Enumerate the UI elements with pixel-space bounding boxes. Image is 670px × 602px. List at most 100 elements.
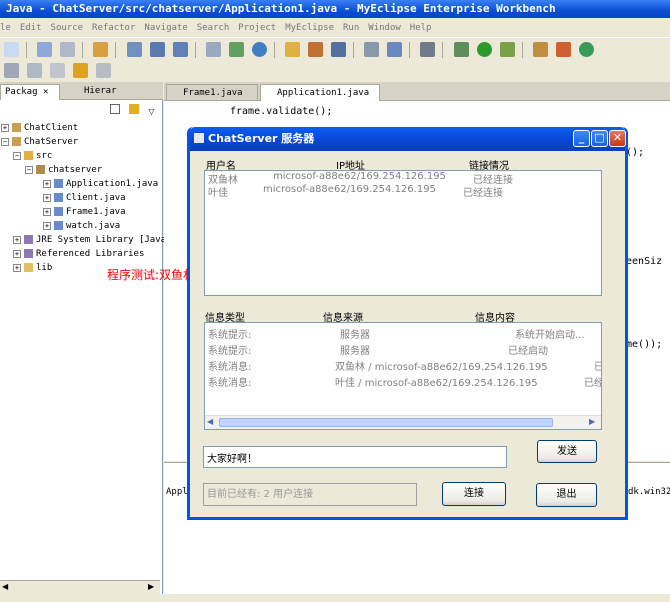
minimize-icon[interactable]: _ (573, 130, 590, 147)
connect-icon[interactable] (172, 42, 188, 57)
tree-item-file[interactable]: + Application1.java (1, 177, 166, 191)
browser-icon[interactable] (251, 42, 267, 57)
menu-edit[interactable]: Edit (20, 23, 42, 33)
code-line: frame.validate(); (230, 106, 333, 117)
tree-item-referenced-libraries[interactable]: + Referenced Libraries (1, 247, 166, 261)
message-list[interactable]: 系统提示: 服务器 系统开始启动... 系统提示: 服务器 已经启动 系统消息:… (204, 322, 602, 430)
back-icon[interactable] (73, 63, 88, 78)
java-file-icon (54, 207, 63, 216)
new-package-icon[interactable] (555, 42, 571, 57)
tree-item-file[interactable]: + Frame1.java (1, 205, 166, 219)
expand-icon[interactable]: + (13, 249, 21, 258)
forward-icon[interactable] (96, 63, 111, 78)
tab-package-explorer[interactable]: Packag ✕ (0, 84, 60, 100)
save-icon[interactable] (37, 42, 53, 57)
msg-type: 系统消息: (208, 378, 252, 389)
link-editor-icon[interactable] (129, 104, 140, 114)
last-edit-icon[interactable] (50, 63, 65, 78)
msg-source: 服务器 (340, 346, 370, 357)
menu-bar: le Edit Source Refactor Navigate Search Projec… (0, 18, 670, 38)
prev-annotation-icon[interactable] (27, 63, 42, 78)
run-server-icon[interactable] (228, 42, 244, 57)
scroll-right-icon[interactable]: ▶ (148, 582, 154, 591)
tab-hierarchy[interactable]: Hierar (80, 84, 140, 100)
user-status: 已经连接 (463, 188, 503, 199)
menu-run[interactable]: Run (343, 23, 359, 33)
collapse-icon[interactable]: − (1, 137, 9, 146)
debug-icon[interactable] (453, 42, 469, 57)
next-annotation-icon[interactable] (4, 63, 19, 78)
run-icon[interactable] (476, 42, 492, 57)
expand-icon[interactable]: + (43, 207, 51, 216)
collapse-icon[interactable]: − (25, 165, 33, 174)
camera-icon[interactable] (420, 42, 436, 57)
open-folder-icon[interactable] (284, 42, 300, 57)
menu-window[interactable]: Window (368, 23, 401, 33)
scroll-thumb[interactable] (219, 418, 553, 427)
scroll-right-icon[interactable]: ▶ (589, 417, 595, 426)
tree-item-package[interactable]: − chatserver (1, 163, 166, 177)
project-icon (12, 137, 21, 146)
menu-project[interactable]: Project (238, 23, 276, 33)
menu-navigate[interactable]: Navigate (144, 23, 187, 33)
tab-frame1[interactable]: Frame1.java (166, 84, 258, 101)
expand-icon[interactable]: + (1, 123, 9, 132)
connect-button[interactable]: 连接 (442, 482, 506, 506)
maximize-icon[interactable]: □ (591, 130, 608, 147)
secondary-toolbar (0, 60, 670, 82)
menu-search[interactable]: Search (197, 23, 230, 33)
deploy-icon[interactable] (149, 42, 165, 57)
msg-content: 已经启动 (508, 346, 548, 357)
console-icon[interactable] (330, 42, 346, 57)
server-icon[interactable] (126, 42, 142, 57)
scroll-left-icon[interactable]: ◀ (2, 582, 8, 591)
collapse-all-icon[interactable] (110, 104, 120, 114)
horizontal-scrollbar[interactable]: ◀ ▶ (0, 580, 160, 594)
close-icon[interactable]: ✕ (43, 87, 48, 97)
package-icon[interactable] (307, 42, 323, 57)
expand-icon[interactable]: + (43, 193, 51, 202)
exit-button[interactable]: 退出 (536, 483, 597, 507)
save-all-icon[interactable] (60, 42, 76, 57)
open-type-icon[interactable] (578, 42, 594, 57)
folder-icon (24, 263, 33, 272)
scroll-left-icon[interactable]: ◀ (207, 417, 213, 426)
close-icon[interactable]: ✕ (609, 130, 626, 147)
expand-icon[interactable]: + (43, 221, 51, 230)
msg-type: 系统提示: (208, 346, 252, 357)
left-tab-bar: Packag ✕ Hierar (0, 82, 163, 100)
tree-item-file[interactable]: + Client.java (1, 191, 166, 205)
msg-source: 叶佳 / microsof-a88e62/169.254.126.195 (335, 378, 538, 389)
menu-refactor[interactable]: Refactor (92, 23, 135, 33)
globe-icon[interactable] (387, 42, 403, 57)
collapse-icon[interactable]: − (13, 151, 21, 160)
menu-myeclipse[interactable]: MyEclipse (285, 23, 334, 33)
expand-icon[interactable]: + (13, 263, 21, 272)
msg-content: 系统开始启动... (515, 330, 585, 341)
menu-help[interactable]: Help (410, 23, 432, 33)
menu-file[interactable]: le (0, 23, 11, 33)
new-icon[interactable] (4, 42, 19, 57)
tree-item-file[interactable]: + watch.java (1, 219, 166, 233)
user-list[interactable]: 双鱼林 microsof-a88e62/169.254.126.195 已经连接… (204, 170, 602, 296)
tree-item-src[interactable]: − src (1, 149, 166, 163)
wizard-icon[interactable] (93, 42, 109, 57)
menu-source[interactable]: Source (51, 23, 84, 33)
jsp-icon[interactable] (205, 42, 221, 57)
tree-item-chatserver[interactable]: − ChatServer (1, 135, 166, 149)
external-tools-icon[interactable] (499, 42, 515, 57)
tree-item-chatclient[interactable]: + ChatClient (1, 121, 166, 135)
expand-icon[interactable]: + (13, 235, 21, 244)
package-icon (36, 165, 45, 174)
editor-tab-bar: Frame1.java Application1.java ✕ (164, 82, 670, 114)
new-class-icon[interactable] (532, 42, 548, 57)
tree-item-jre[interactable]: + JRE System Library [Java (1, 233, 166, 247)
view-menu-icon[interactable]: ▽ (148, 107, 154, 116)
expand-icon[interactable]: + (43, 179, 51, 188)
send-button[interactable]: 发送 (537, 440, 597, 463)
message-input[interactable] (203, 446, 507, 468)
ide-title-bar: Java - ChatServer/src/chatserver/Applica… (0, 0, 670, 18)
image-icon[interactable] (364, 42, 380, 57)
message-horizontal-scrollbar[interactable]: ◀ ▶ (205, 415, 601, 429)
tab-application1[interactable]: Application1.java ✕ (260, 84, 380, 114)
